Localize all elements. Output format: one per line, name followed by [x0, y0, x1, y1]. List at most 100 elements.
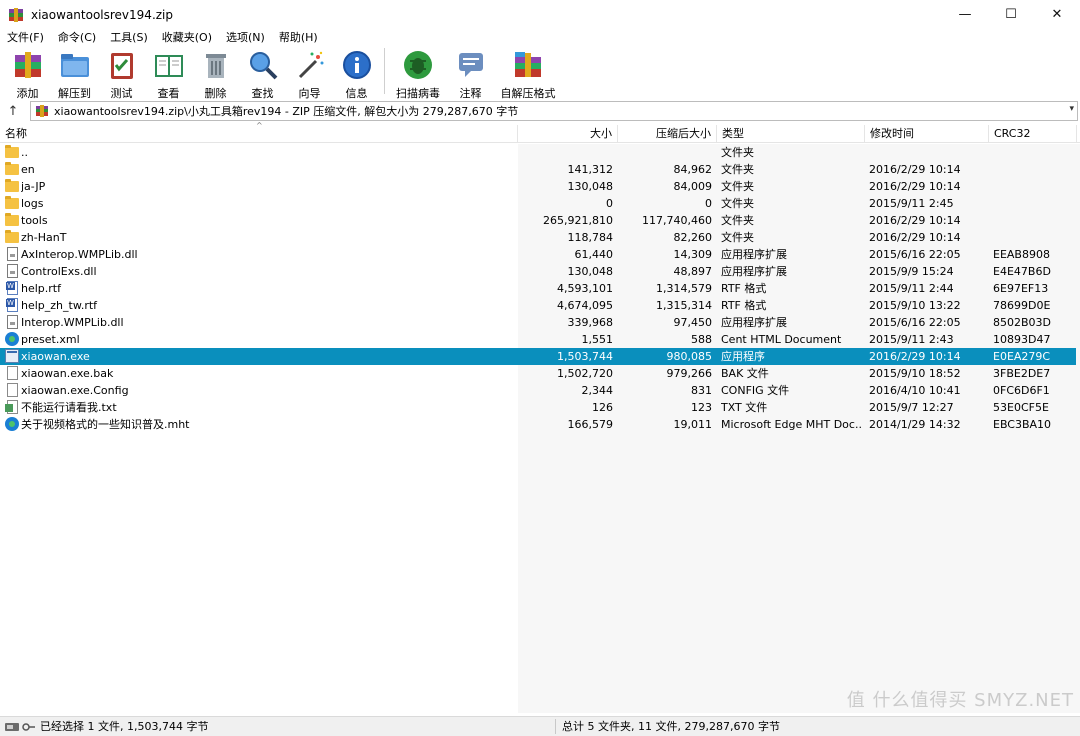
file-packed-size: 123 — [691, 401, 712, 414]
file-name: .. — [21, 146, 28, 159]
file-row[interactable]: .. 文件夹 — [0, 144, 1076, 161]
folder-icon — [5, 162, 19, 175]
file-crc32 — [993, 229, 1073, 246]
file-size: 130,048 — [567, 265, 614, 278]
info-button[interactable]: 信息 — [333, 45, 380, 100]
file-size: 265,921,810 — [543, 214, 613, 227]
magnifier-icon — [247, 49, 279, 81]
comment-icon — [455, 49, 487, 81]
column-crc32[interactable]: CRC32 — [989, 125, 1077, 143]
path-field[interactable]: xiaowantoolsrev194.zip\小丸工具箱rev194 - ZIP… — [30, 101, 1078, 121]
file-row[interactable]: tools 265,921,810 117,740,460 文件夹 2016/2/29 … — [0, 212, 1076, 229]
file-row[interactable]: Interop.WMPLib.dll 339,968 97,450 应用程序扩展 201… — [0, 314, 1076, 331]
wizard-label: 向导 — [298, 87, 321, 100]
arrow-up-icon: ↑ — [7, 103, 19, 119]
file-name: 不能运行请看我.txt — [21, 401, 117, 414]
file-size: 4,674,095 — [557, 299, 613, 312]
file-modified — [869, 144, 987, 161]
file-modified: 2015/9/10 13:22 — [869, 299, 961, 312]
file-row[interactable]: 关于视频格式的一些知识普及.mht 166,579 19,011 Microsoft … — [0, 416, 1076, 433]
extract-to-button[interactable]: 解压到 — [51, 45, 98, 100]
menu-favorites[interactable]: 收藏夹(O) — [155, 29, 219, 45]
archive-icon — [35, 104, 49, 118]
folder-icon — [5, 196, 19, 209]
file-row[interactable]: en 141,312 84,962 文件夹 2016/2/29 10:14 — [0, 161, 1076, 178]
find-button[interactable]: 查找 — [239, 45, 286, 100]
file-row[interactable]: 不能运行请看我.txt 126 123 TXT 文件 2015/9/7 12:27 53E… — [0, 399, 1076, 416]
file-crc32 — [993, 161, 1073, 178]
file-row[interactable]: xiaowan.exe 1,503,744 980,085 应用程序 2016/2/29… — [0, 348, 1076, 365]
file-row[interactable]: zh-HanT 118,784 82,260 文件夹 2016/2/29 10:14 — [0, 229, 1076, 246]
file-size: 1,503,744 — [557, 350, 613, 363]
winrar-app-icon[interactable] — [8, 7, 24, 23]
address-bar: ↑ xiaowantoolsrev194.zip\小丸工具箱rev194 - Z… — [0, 100, 1080, 122]
test-label: 测试 — [110, 87, 133, 100]
file-name: ControlExs.dll — [21, 265, 97, 278]
add-archive-icon — [12, 49, 44, 81]
file-row[interactable]: xiaowan.exe.bak 1,502,720 979,266 BAK 文件 201… — [0, 365, 1076, 382]
view-button[interactable]: 查看 — [145, 45, 192, 100]
edge-icon — [5, 417, 19, 431]
drive-key-icon[interactable] — [5, 722, 35, 732]
file-crc32: EBC3BA10 — [993, 418, 1052, 431]
file-row[interactable]: xiaowan.exe.Config 2,344 831 CONFIG 文件 2016/… — [0, 382, 1076, 399]
file-row[interactable]: AxInterop.WMPLib.dll 61,440 14,309 应用程序扩展 20… — [0, 246, 1076, 263]
file-size: 141,312 — [567, 163, 614, 176]
file-crc32: 6E97EF13 — [993, 282, 1049, 295]
close-button[interactable]: ✕ — [1034, 0, 1080, 29]
add-label: 添加 — [16, 87, 39, 100]
file-row[interactable]: ControlExs.dll 130,048 48,897 应用程序扩展 2015/9/… — [0, 263, 1076, 280]
file-list: 名称 ^ 大小 压缩后大小 类型 修改时间 CRC32 .. 文件夹 en 141,3… — [0, 121, 1080, 713]
column-type[interactable]: 类型 — [717, 125, 865, 143]
sfx-button[interactable]: 自解压格式 — [494, 45, 562, 100]
menu-commands[interactable]: 命令(C) — [51, 29, 103, 45]
file-name: xiaowan.exe.Config — [21, 384, 129, 397]
file-crc32: 0FC6D6F1 — [993, 384, 1050, 397]
file-crc32: E0EA279C — [993, 350, 1051, 363]
delete-button[interactable]: 删除 — [192, 45, 239, 100]
file-packed-size: 19,011 — [673, 418, 713, 431]
maximize-button[interactable]: ☐ — [988, 0, 1034, 29]
minimize-button[interactable]: — — [942, 0, 988, 29]
wizard-button[interactable]: 向导 — [286, 45, 333, 100]
file-row[interactable]: preset.xml 1,551 588 Cent HTML Document 2015… — [0, 331, 1076, 348]
selection-status: 已经选择 1 文件, 1,503,744 字节 — [40, 720, 209, 733]
file-icon — [7, 366, 18, 380]
file-row[interactable]: logs 0 0 文件夹 2015/9/11 2:45 — [0, 195, 1076, 212]
virus-scan-button[interactable]: 扫描病毒 — [389, 45, 447, 100]
chevron-down-icon[interactable]: ▾ — [1069, 104, 1074, 114]
file-row[interactable]: help_zh_tw.rtf 4,674,095 1,315,314 RTF 格式 20… — [0, 297, 1076, 314]
file-type: 文件夹 — [721, 197, 754, 210]
file-name: xiaowan.exe.bak — [21, 367, 114, 380]
window-controls: — ☐ ✕ — [942, 0, 1080, 29]
comment-button[interactable]: 注释 — [447, 45, 494, 100]
sort-ascending-icon: ^ — [256, 121, 263, 130]
exe-icon — [5, 349, 19, 363]
file-name: preset.xml — [21, 333, 80, 346]
file-row[interactable]: ja-JP 130,048 84,009 文件夹 2016/2/29 10:14 — [0, 178, 1076, 195]
test-button[interactable]: 测试 — [98, 45, 145, 100]
file-size: 126 — [592, 401, 613, 414]
column-packed-size[interactable]: 压缩后大小 — [618, 125, 717, 143]
file-modified: 2015/9/9 15:24 — [869, 265, 954, 278]
column-size[interactable]: 大小 — [518, 125, 618, 143]
title-bar: xiaowantoolsrev194.zip — ☐ ✕ — [0, 0, 1080, 29]
menu-options[interactable]: 选项(N) — [219, 29, 272, 45]
menu-file[interactable]: 文件(F) — [0, 29, 51, 45]
column-modified[interactable]: 修改时间 — [865, 125, 989, 143]
file-row[interactable]: help.rtf 4,593,101 1,314,579 RTF 格式 2015/9/1… — [0, 280, 1076, 297]
file-rows: .. 文件夹 en 141,312 84,962 文件夹 2016/2/29 10:14 ja… — [0, 144, 1080, 713]
add-button[interactable]: 添加 — [4, 45, 51, 100]
file-name: xiaowan.exe — [21, 350, 90, 363]
file-type: 应用程序 — [721, 350, 765, 363]
info-icon — [341, 49, 373, 81]
file-modified: 2015/9/7 12:27 — [869, 401, 954, 414]
file-packed-size: 979,266 — [666, 367, 713, 380]
menu-help[interactable]: 帮助(H) — [272, 29, 325, 45]
up-one-level-button[interactable]: ↑ — [0, 100, 26, 122]
extract-to-label: 解压到 — [58, 87, 91, 100]
file-type: 文件夹 — [721, 146, 754, 159]
menu-tools[interactable]: 工具(S) — [103, 29, 155, 45]
file-type: BAK 文件 — [721, 367, 769, 380]
file-crc32: EEAB8908 — [993, 248, 1050, 261]
